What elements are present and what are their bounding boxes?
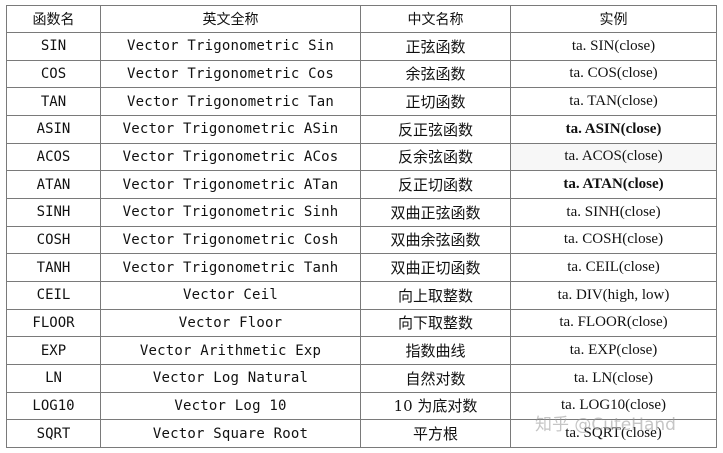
function-table-container: 函数名 英文全称 中文名称 实例 SIN Vector Trigonometri… — [6, 5, 717, 448]
cell-english-name: Vector Trigonometric Sinh — [100, 197, 361, 227]
header-chinese-name: 中文名称 — [360, 5, 511, 33]
cell-chinese-name: 双曲正切函数 — [360, 253, 511, 282]
cell-english-name: Vector Floor — [100, 308, 361, 338]
table-row: LN Vector Log Natural 自然对数 ta. LN(close) — [6, 363, 717, 393]
cell-chinese-name: 反正弦函数 — [360, 114, 511, 144]
cell-english-name: Vector Arithmetic Exp — [100, 336, 361, 365]
cell-example: ta. FLOOR(close) — [510, 308, 717, 338]
cell-english-name: Vector Log Natural — [100, 363, 361, 393]
cell-english-name: Vector Trigonometric ASin — [100, 114, 361, 144]
cell-english-name: Vector Trigonometric Sin — [100, 32, 361, 61]
cell-function-name: EXP — [6, 336, 101, 365]
cell-chinese-name: 向下取整数 — [360, 308, 511, 338]
table-row: FLOOR Vector Floor 向下取整数 ta. FLOOR(close… — [6, 308, 717, 338]
cell-english-name: Vector Log 10 — [100, 391, 361, 421]
cell-chinese-name: 双曲余弦函数 — [360, 225, 511, 255]
header-example: 实例 — [510, 5, 717, 33]
cell-function-name: ACOS — [6, 142, 101, 172]
cell-example: ta. CEIL(close) — [510, 253, 717, 282]
cell-function-name: SQRT — [6, 419, 101, 448]
cell-chinese-name: 向上取整数 — [360, 280, 511, 310]
cell-example: ta. COSH(close) — [510, 225, 717, 255]
cell-english-name: Vector Trigonometric Cosh — [100, 225, 361, 255]
cell-example: ta. ACOS(close) — [510, 142, 717, 172]
table-row: TAN Vector Trigonometric Tan 正切函数 ta. TA… — [6, 87, 717, 116]
cell-chinese-name: 指数曲线 — [360, 336, 511, 365]
table-row: ASIN Vector Trigonometric ASin 反正弦函数 ta.… — [6, 114, 717, 144]
cell-example: ta. DIV(high, low) — [510, 280, 717, 310]
cell-example: ta. TAN(close) — [510, 87, 717, 116]
cell-example: ta. SQRT(close) — [510, 419, 717, 448]
table-row: COS Vector Trigonometric Cos 余弦函数 ta. CO… — [6, 59, 717, 89]
cell-function-name: LOG10 — [6, 391, 101, 421]
cell-example: ta. SINH(close) — [510, 197, 717, 227]
header-row: 函数名 英文全称 中文名称 实例 — [6, 5, 717, 33]
table-row: EXP Vector Arithmetic Exp 指数曲线 ta. EXP(c… — [6, 336, 717, 365]
cell-english-name: Vector Trigonometric Cos — [100, 59, 361, 89]
cell-english-name: Vector Square Root — [100, 419, 361, 448]
cell-example: ta. LN(close) — [510, 363, 717, 393]
table-row: ACOS Vector Trigonometric ACos 反余弦函数 ta.… — [6, 142, 717, 172]
cell-chinese-name: 自然对数 — [360, 363, 511, 393]
cell-english-name: Vector Trigonometric ACos — [100, 142, 361, 172]
cell-function-name: CEIL — [6, 280, 101, 310]
cell-function-name: ATAN — [6, 170, 101, 199]
cell-function-name: COS — [6, 59, 101, 89]
table-header: 函数名 英文全称 中文名称 实例 — [6, 5, 717, 33]
cell-english-name: Vector Ceil — [100, 280, 361, 310]
cell-chinese-name: 正弦函数 — [360, 32, 511, 61]
cell-chinese-name: 余弦函数 — [360, 59, 511, 89]
cell-function-name: LN — [6, 363, 101, 393]
header-function-name: 函数名 — [6, 5, 101, 33]
cell-function-name: FLOOR — [6, 308, 101, 338]
cell-function-name: SIN — [6, 32, 101, 61]
table-row: ATAN Vector Trigonometric ATan 反正切函数 ta.… — [6, 170, 717, 199]
cell-chinese-name: 反正切函数 — [360, 170, 511, 199]
cell-function-name: TAN — [6, 87, 101, 116]
cell-example: ta. COS(close) — [510, 59, 717, 89]
cell-example: ta. ATAN(close) — [510, 170, 717, 199]
cell-chinese-name: 反余弦函数 — [360, 142, 511, 172]
cell-english-name: Vector Trigonometric Tan — [100, 87, 361, 116]
cell-function-name: COSH — [6, 225, 101, 255]
cell-example: ta. SIN(close) — [510, 32, 717, 61]
table-body: SIN Vector Trigonometric Sin 正弦函数 ta. SI… — [6, 32, 717, 448]
cell-function-name: TANH — [6, 253, 101, 282]
table-row: SQRT Vector Square Root 平方根 ta. SQRT(clo… — [6, 419, 717, 448]
table-row: TANH Vector Trigonometric Tanh 双曲正切函数 ta… — [6, 253, 717, 282]
table-row: CEIL Vector Ceil 向上取整数 ta. DIV(high, low… — [6, 280, 717, 310]
cell-english-name: Vector Trigonometric Tanh — [100, 253, 361, 282]
cell-function-name: SINH — [6, 197, 101, 227]
table-row: COSH Vector Trigonometric Cosh 双曲余弦函数 ta… — [6, 225, 717, 255]
function-table: 函数名 英文全称 中文名称 实例 SIN Vector Trigonometri… — [6, 5, 717, 448]
cell-function-name: ASIN — [6, 114, 101, 144]
cell-example: ta. ASIN(close) — [510, 114, 717, 144]
header-english-name: 英文全称 — [100, 5, 361, 33]
cell-chinese-name: 10 为底对数 — [360, 391, 511, 421]
table-row: LOG10 Vector Log 10 10 为底对数 ta. LOG10(cl… — [6, 391, 717, 421]
table-row: SIN Vector Trigonometric Sin 正弦函数 ta. SI… — [6, 32, 717, 61]
cell-example: ta. LOG10(close) — [510, 391, 717, 421]
cell-chinese-name: 双曲正弦函数 — [360, 197, 511, 227]
cell-example: ta. EXP(close) — [510, 336, 717, 365]
table-row: SINH Vector Trigonometric Sinh 双曲正弦函数 ta… — [6, 197, 717, 227]
cell-chinese-name: 正切函数 — [360, 87, 511, 116]
cell-chinese-name: 平方根 — [360, 419, 511, 448]
cell-english-name: Vector Trigonometric ATan — [100, 170, 361, 199]
